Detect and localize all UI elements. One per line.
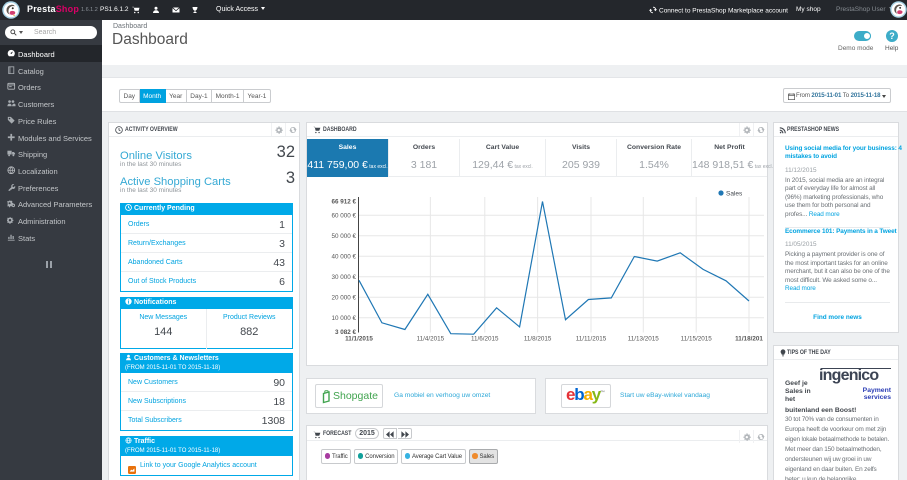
svg-text:11/1/2015: 11/1/2015 — [345, 336, 373, 343]
svg-text:11/18/201: 11/18/201 — [735, 336, 763, 343]
svg-text:40 000 €: 40 000 € — [331, 253, 356, 260]
svg-text:60 000 €: 60 000 € — [331, 212, 356, 219]
svg-text:11/13/2015: 11/13/2015 — [628, 336, 660, 343]
svg-text:30 000 €: 30 000 € — [331, 274, 356, 281]
svg-text:11/11/2015: 11/11/2015 — [576, 336, 607, 343]
svg-text:20 000 €: 20 000 € — [331, 294, 356, 301]
svg-text:11/4/2015: 11/4/2015 — [417, 336, 445, 343]
svg-text:50 000 €: 50 000 € — [331, 233, 356, 240]
svg-text:66 912 €: 66 912 € — [331, 199, 356, 206]
svg-text:11/8/2015: 11/8/2015 — [524, 336, 552, 343]
svg-text:11/15/2015: 11/15/2015 — [681, 336, 713, 343]
svg-text:11/6/2015: 11/6/2015 — [471, 336, 499, 343]
svg-text:Sales: Sales — [726, 191, 743, 198]
svg-text:10 000 €: 10 000 € — [331, 315, 356, 322]
